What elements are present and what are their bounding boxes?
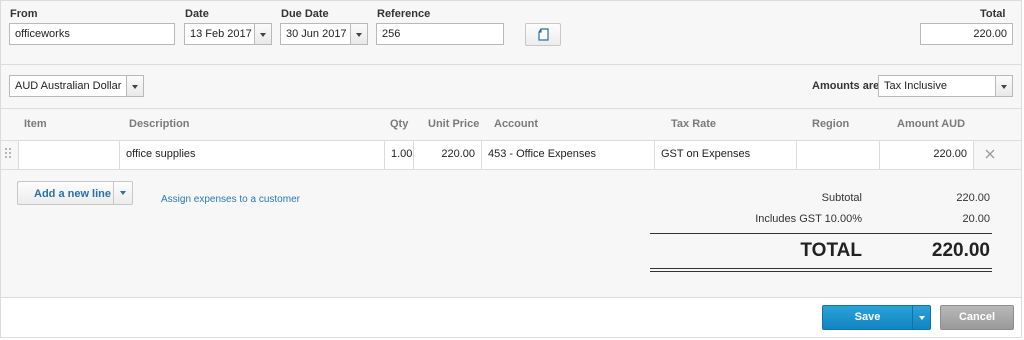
- column-header-tax-rate: Tax Rate: [671, 118, 717, 130]
- column-header-description: Description: [129, 118, 190, 130]
- due-date-value: 30 Jun 2017: [286, 28, 347, 40]
- amounts-are-select[interactable]: Tax Inclusive: [878, 75, 1013, 97]
- add-line-dropdown-button[interactable]: [114, 182, 133, 204]
- date-value: 13 Feb 2017: [190, 28, 252, 40]
- chevron-down-icon: [1001, 85, 1007, 89]
- subtotal-value: 220.00: [956, 192, 990, 204]
- chevron-down-icon: [260, 33, 266, 37]
- reference-field[interactable]: 256: [376, 23, 504, 45]
- close-icon: [985, 149, 995, 159]
- save-button[interactable]: Save: [823, 306, 912, 329]
- chevron-down-icon: [356, 33, 362, 37]
- chevron-down-icon: [919, 316, 925, 320]
- add-new-line-label: Add a new line: [34, 188, 112, 200]
- chevron-down-icon: [120, 191, 126, 195]
- from-label: From: [10, 8, 38, 20]
- total-field[interactable]: 220.00: [920, 23, 1013, 45]
- total-top-rule: [650, 233, 992, 234]
- amounts-are-label: Amounts are: [812, 80, 880, 92]
- drag-handle-icon[interactable]: [5, 148, 12, 160]
- due-date-field[interactable]: 30 Jun 2017: [280, 23, 368, 45]
- date-field[interactable]: 13 Feb 2017: [184, 23, 272, 45]
- currency-select[interactable]: AUD Australian Dollar: [9, 75, 144, 97]
- cell-qty[interactable]: 1.00: [385, 141, 414, 169]
- reference-label: Reference: [377, 8, 431, 20]
- save-button-group: Save: [822, 305, 931, 330]
- column-header-unit-price: Unit Price: [428, 118, 480, 130]
- amounts-dropdown-button[interactable]: [995, 76, 1012, 96]
- column-header-item: Item: [24, 118, 47, 130]
- total-label: Total: [980, 8, 1006, 20]
- due-date-dropdown-button[interactable]: [350, 24, 367, 44]
- cell-tax-rate[interactable]: GST on Expenses: [655, 141, 797, 169]
- header-divider: [1, 64, 1021, 65]
- chevron-down-icon: [132, 85, 138, 89]
- cell-unit-price[interactable]: 220.00: [414, 141, 482, 169]
- cancel-button[interactable]: Cancel: [940, 305, 1014, 330]
- save-options-button[interactable]: [912, 306, 931, 329]
- gst-label: Includes GST 10.00%: [755, 213, 862, 225]
- add-new-line-button[interactable]: Add a new line: [17, 181, 133, 205]
- date-label: Date: [185, 8, 209, 20]
- cell-item[interactable]: [18, 141, 120, 169]
- cell-amount[interactable]: 220.00: [880, 141, 974, 169]
- column-header-amount: Amount AUD: [897, 118, 966, 130]
- currency-value: AUD Australian Dollar: [15, 80, 122, 92]
- amounts-are-value: Tax Inclusive: [884, 80, 947, 92]
- column-header-account: Account: [494, 118, 538, 130]
- gst-value: 20.00: [962, 213, 990, 225]
- remove-line-icon[interactable]: [985, 149, 995, 159]
- copy-button[interactable]: [525, 23, 561, 46]
- column-header-region: Region: [812, 118, 850, 130]
- total-double-rule-bottom: [650, 271, 992, 272]
- cell-description[interactable]: office supplies: [120, 141, 385, 169]
- table-top-divider: [1, 108, 1021, 109]
- assign-expenses-link[interactable]: Assign expenses to a customer: [161, 194, 300, 205]
- due-date-label: Due Date: [281, 8, 329, 20]
- currency-dropdown-button[interactable]: [126, 76, 143, 96]
- grand-total-label: TOTAL: [800, 240, 862, 261]
- cell-region[interactable]: [797, 141, 880, 169]
- date-dropdown-button[interactable]: [254, 24, 271, 44]
- total-double-rule-top: [650, 268, 992, 269]
- copy-document-icon: [538, 28, 549, 41]
- grand-total-value: 220.00: [931, 240, 990, 261]
- cell-account[interactable]: 453 - Office Expenses: [482, 141, 655, 169]
- column-header-qty: Qty: [390, 118, 409, 130]
- from-field[interactable]: officeworks: [9, 23, 175, 45]
- subtotal-label: Subtotal: [821, 192, 862, 204]
